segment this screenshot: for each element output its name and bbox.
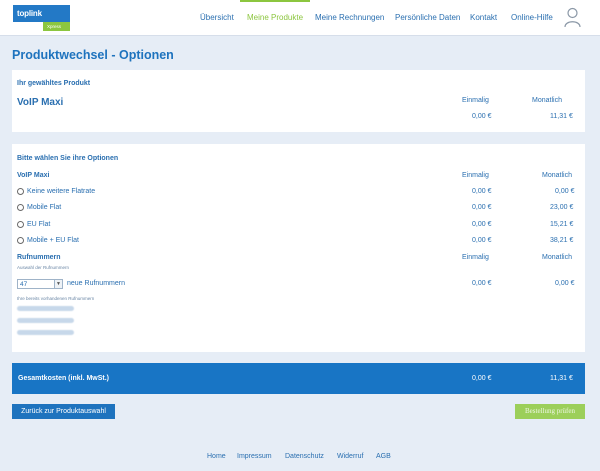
numbers-title: Rufnummern bbox=[17, 254, 61, 261]
option-once-price: 0,00 € bbox=[472, 204, 492, 211]
total-label: Gesamtkosten (inkl. MwSt.) bbox=[18, 375, 110, 382]
number-count-value: 47 bbox=[20, 281, 28, 288]
nav-persoenliche-daten[interactable]: Persönliche Daten bbox=[395, 0, 460, 36]
user-icon[interactable] bbox=[564, 7, 581, 28]
selected-product-name: VoIP Maxi bbox=[17, 97, 64, 108]
nav-meine-rechnungen[interactable]: Meine Rechnungen bbox=[315, 0, 384, 36]
selected-product-once-price: 0,00 € bbox=[472, 113, 492, 120]
option-once-price: 0,00 € bbox=[472, 237, 492, 244]
check-order-button[interactable]: Bestellung prüfen bbox=[515, 404, 585, 419]
selected-product-panel: Ihr gewähltes Produkt VoIP Maxi Einmalig… bbox=[12, 70, 585, 132]
selected-product-monthly-price: 11,31 € bbox=[550, 113, 573, 120]
selected-product-section-label: Ihr gewähltes Produkt bbox=[17, 80, 91, 87]
options-col-monthly-header: Monatlich bbox=[542, 172, 572, 179]
options-panel: Bitte wählen Sie ihre Optionen VoIP Maxi… bbox=[12, 144, 585, 352]
numbers-col-monthly-header: Monatlich bbox=[542, 254, 572, 261]
nav-meine-produkte[interactable]: Meine Produkte bbox=[240, 0, 311, 36]
number-count-select[interactable]: 47 ▼ bbox=[17, 279, 63, 289]
option-once-price: 0,00 € bbox=[472, 221, 492, 228]
footer-link-widerruf[interactable]: Widerruf bbox=[337, 453, 363, 460]
option-monthly-price: 23,00 € bbox=[550, 204, 574, 211]
numbers-hint: Auswahl der Rufnummern bbox=[17, 265, 70, 270]
total-bar: Gesamtkosten (inkl. MwSt.) 0,00 € 11,31 … bbox=[12, 363, 585, 394]
option-radio[interactable] bbox=[17, 221, 24, 228]
existing-numbers-label: Ihre bereits vorhandenen Rufnummern bbox=[17, 296, 95, 301]
option-label: EU Flat bbox=[27, 221, 51, 228]
option-label: Mobile + EU Flat bbox=[27, 237, 79, 244]
option-monthly-price: 38,21 € bbox=[550, 237, 574, 244]
col-monthly-header: Monatlich bbox=[532, 97, 562, 104]
option-radio[interactable] bbox=[17, 188, 24, 195]
back-to-product-selection-button[interactable]: Zurück zur Produktauswahl bbox=[12, 404, 115, 419]
options-product-name: VoIP Maxi bbox=[17, 172, 50, 179]
footer-link-datenschutz[interactable]: Datenschutz bbox=[285, 453, 324, 460]
toplink-logo[interactable]: toplink Xpress bbox=[13, 5, 70, 31]
option-monthly-price: 15,21 € bbox=[550, 221, 574, 228]
page-title: Produktwechsel - Optionen bbox=[12, 48, 174, 62]
footer-link-impressum[interactable]: Impressum bbox=[237, 453, 272, 460]
numbers-monthly-price: 0,00 € bbox=[555, 280, 575, 287]
option-radio[interactable] bbox=[17, 204, 24, 211]
numbers-col-once-header: Einmalig bbox=[462, 254, 489, 261]
option-monthly-price: 0,00 € bbox=[555, 188, 575, 195]
col-once-header: Einmalig bbox=[462, 97, 489, 104]
existing-number-redacted bbox=[17, 318, 74, 323]
chevron-down-icon[interactable]: ▼ bbox=[54, 280, 62, 288]
options-col-once-header: Einmalig bbox=[462, 172, 489, 179]
nav-online-hilfe[interactable]: Online-Hilfe bbox=[511, 0, 553, 36]
total-monthly-price: 11,31 € bbox=[550, 375, 573, 382]
header: toplink Xpress Übersicht Meine Produkte … bbox=[0, 0, 600, 36]
new-numbers-label: neue Rufnummern bbox=[67, 280, 125, 287]
option-label: Mobile Flat bbox=[27, 204, 62, 211]
option-radio[interactable] bbox=[17, 237, 24, 244]
logo-wordmark: toplink bbox=[13, 5, 70, 22]
logo-subbrand: Xpress bbox=[43, 22, 70, 31]
existing-number-redacted bbox=[17, 330, 74, 335]
footer-link-agb[interactable]: AGB bbox=[376, 453, 391, 460]
nav-uebersicht[interactable]: Übersicht bbox=[200, 0, 234, 36]
footer-link-home[interactable]: Home bbox=[207, 453, 226, 460]
existing-number-redacted bbox=[17, 306, 74, 311]
option-label: Keine weitere Flatrate bbox=[27, 188, 96, 195]
nav-kontakt[interactable]: Kontakt bbox=[470, 0, 497, 36]
numbers-once-price: 0,00 € bbox=[472, 280, 492, 287]
option-once-price: 0,00 € bbox=[472, 188, 492, 195]
options-section-label: Bitte wählen Sie ihre Optionen bbox=[17, 155, 119, 162]
total-once-price: 0,00 € bbox=[472, 375, 492, 382]
